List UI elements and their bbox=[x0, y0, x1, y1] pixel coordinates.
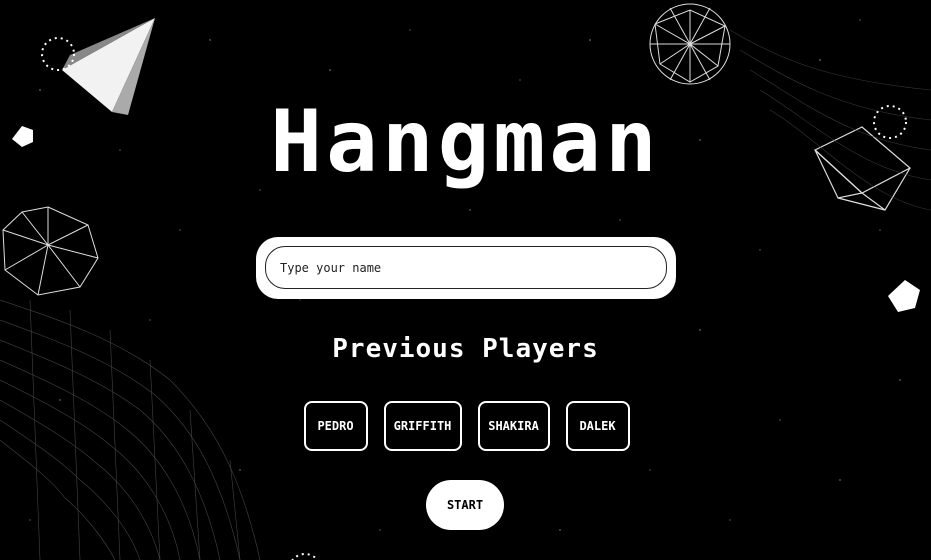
geodesic-sphere-decoration bbox=[649, 3, 731, 85]
player-button-shakira[interactable]: SHAKIRA bbox=[477, 401, 550, 451]
player-button-dalek[interactable]: DALEK bbox=[565, 401, 630, 451]
page-title: Hangman bbox=[270, 92, 661, 192]
icosahedron-decoration bbox=[2, 206, 99, 296]
previous-players-list: PEDRO GRIFFITH SHAKIRA DALEK bbox=[0, 401, 931, 451]
pentagon-decoration bbox=[888, 280, 920, 312]
player-button-pedro[interactable]: PEDRO bbox=[303, 401, 368, 451]
start-button[interactable]: START bbox=[426, 480, 504, 530]
name-input-container bbox=[256, 237, 676, 299]
dotted-circle-decoration bbox=[291, 553, 319, 560]
previous-players-heading: Previous Players bbox=[332, 334, 599, 364]
player-button-griffith[interactable]: GRIFFITH bbox=[383, 401, 462, 451]
name-input[interactable] bbox=[265, 246, 667, 289]
